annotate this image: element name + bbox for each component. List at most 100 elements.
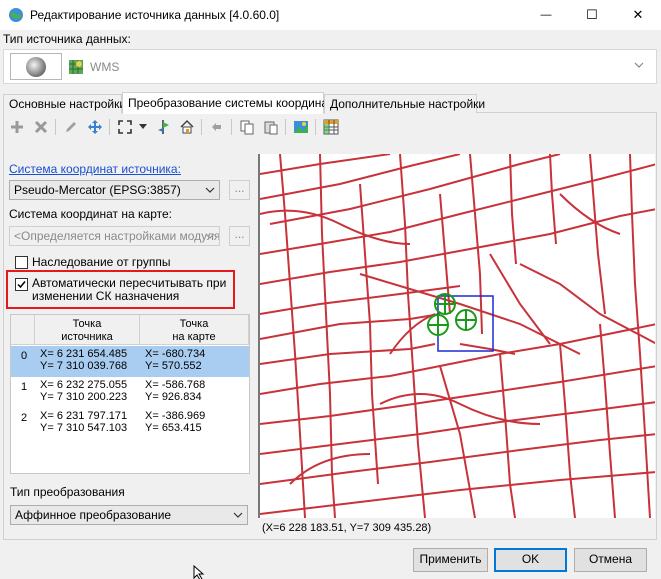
- map-y: Y= 653.415: [145, 422, 202, 434]
- map-cs-browse-button[interactable]: ...: [229, 226, 250, 246]
- source-x: X= 6 232 275.055: [40, 379, 128, 391]
- row-index: 2: [21, 412, 28, 424]
- maximize-button[interactable]: ☐: [569, 0, 615, 30]
- map-point-cell: X= -680.734 Y= 570.552: [145, 348, 205, 372]
- full-extent-icon: [118, 120, 132, 134]
- left-panel: Система координат источника: Pseudo-Merc…: [5, 152, 255, 538]
- source-cs-select[interactable]: Pseudo-Mercator (EPSG:3857): [9, 180, 220, 200]
- transform-type-label: Тип преобразования: [10, 485, 125, 499]
- source-point-cell: X= 6 231 797.171 Y= 7 310 547.103: [40, 410, 127, 434]
- chevron-down-icon: [233, 512, 243, 518]
- apply-button[interactable]: Применить: [413, 548, 488, 572]
- close-button[interactable]: ✕: [615, 0, 661, 30]
- table-icon: [323, 119, 339, 135]
- map-view[interactable]: [258, 154, 655, 518]
- paste-button[interactable]: [261, 117, 281, 137]
- globe-app-icon: [9, 8, 23, 22]
- chevron-down-icon: [205, 187, 215, 193]
- zoom-dropdown-button[interactable]: [137, 117, 149, 137]
- column-header-line: на карте: [172, 331, 216, 343]
- source-y: Y= 7 310 547.103: [40, 422, 128, 434]
- map-coordinates-readout: (X=6 228 183.51, Y=7 309 435.28): [258, 519, 655, 537]
- table-button[interactable]: [321, 117, 341, 137]
- auto-recalc-row[interactable]: Автоматически пересчитывать при изменени…: [15, 277, 226, 303]
- minimize-icon: —: [540, 9, 552, 21]
- column-header-map-point: Точка на карте: [140, 315, 249, 345]
- globe-button[interactable]: [10, 53, 62, 80]
- wms-icon: [69, 60, 83, 74]
- edit-pencil-icon: [66, 122, 76, 132]
- inherit-from-group-checkbox[interactable]: [15, 256, 28, 269]
- column-header-line: Точка: [179, 318, 209, 330]
- data-source-type-value: WMS: [90, 60, 120, 74]
- window-title: Редактирование источника данных [4.0.60.…: [30, 8, 280, 22]
- map-x: X= -386.969: [145, 410, 206, 422]
- auto-recalc-label-line2: изменении СК назначения: [32, 289, 180, 303]
- tab-coordinate-transform[interactable]: Преобразование системы координат: [122, 92, 333, 114]
- minimize-button[interactable]: —: [523, 0, 569, 30]
- map-cs-select[interactable]: <Определяется настройками модуля>: [9, 226, 220, 246]
- globe-icon: [26, 56, 46, 77]
- source-y: Y= 7 310 039.768: [40, 360, 128, 372]
- image-button[interactable]: [291, 117, 311, 137]
- inherit-from-group-row[interactable]: Наследование от группы: [15, 255, 170, 269]
- toolbar-separator: [315, 119, 316, 135]
- map-point-cell: X= -586.768 Y= 926.834: [145, 379, 205, 403]
- toolbar-separator: [109, 119, 110, 135]
- source-cs-link[interactable]: Система координат источника:: [9, 162, 181, 176]
- tab-additional-settings[interactable]: Дополнительные настройки: [324, 94, 485, 113]
- home-icon: [180, 119, 194, 134]
- add-point-button[interactable]: [7, 117, 27, 137]
- tab-label: Преобразование системы координат: [128, 96, 334, 110]
- row-index: 0: [21, 350, 28, 362]
- transform-type-value: Аффинное преобразование: [15, 508, 172, 522]
- table-row[interactable]: 1 X= 6 232 275.055 Y= 7 310 200.223 X= -5…: [11, 377, 249, 408]
- undo-icon: [212, 123, 221, 131]
- toolbar-separator: [285, 119, 286, 135]
- control-points-table[interactable]: Точка источника Точка на карте 0 X= 6 23…: [10, 314, 250, 474]
- table-row[interactable]: 2 X= 6 231 797.171 Y= 7 310 547.103 X= -3…: [11, 408, 249, 439]
- checkmark-icon: [17, 281, 26, 289]
- map-cs-label: Система координат на карте:: [9, 207, 172, 221]
- full-extent-button[interactable]: [115, 117, 135, 137]
- auto-recalc-checkbox[interactable]: [15, 278, 28, 291]
- table-row[interactable]: 0 X= 6 231 654.485 Y= 7 310 039.768 X= -6…: [11, 346, 249, 377]
- tab-basic-settings[interactable]: Основные настройки: [3, 94, 126, 113]
- toolbar-separator: [55, 119, 56, 135]
- source-cs-browse-button[interactable]: ...: [229, 180, 250, 200]
- copy-icon: [240, 120, 254, 135]
- transform-type-select[interactable]: Аффинное преобразование: [10, 505, 248, 525]
- delete-point-button[interactable]: [31, 117, 51, 137]
- move-button[interactable]: [85, 117, 105, 137]
- close-icon: ✕: [632, 7, 644, 22]
- copy-button[interactable]: [237, 117, 257, 137]
- data-source-type-combo[interactable]: WMS: [3, 49, 657, 84]
- edit-button[interactable]: [61, 117, 81, 137]
- road-network: [260, 154, 655, 518]
- map-x: X= -680.734: [145, 348, 206, 360]
- ok-button[interactable]: OK: [494, 548, 567, 572]
- cancel-button[interactable]: Отмена: [574, 548, 647, 572]
- home-button[interactable]: [177, 117, 197, 137]
- column-header-source-point: Точка источника: [35, 315, 140, 345]
- title-bar: Редактирование источника данных [4.0.60.…: [0, 0, 661, 30]
- layer-button[interactable]: [153, 117, 173, 137]
- undo-button[interactable]: [207, 117, 227, 137]
- tab-label: Дополнительные настройки: [330, 97, 486, 111]
- source-point-cell: X= 6 231 654.485 Y= 7 310 039.768: [40, 348, 127, 372]
- delete-point-icon: [34, 120, 48, 134]
- map-cs-value: <Определяется настройками модуля>: [14, 229, 220, 243]
- column-header-line: источника: [61, 331, 113, 343]
- zoom-dropdown-icon: [139, 124, 147, 129]
- chevron-down-icon: [634, 62, 644, 68]
- data-source-type-label: Тип источника данных:: [3, 32, 131, 46]
- row-index: 1: [21, 381, 28, 393]
- source-cs-value: Pseudo-Mercator (EPSG:3857): [14, 183, 181, 197]
- column-header-line: Точка: [72, 318, 102, 330]
- auto-recalc-label-line1: Автоматически пересчитывать при: [32, 276, 227, 290]
- map-point-cell: X= -386.969 Y= 653.415: [145, 410, 205, 434]
- street-map: [260, 154, 655, 518]
- chevron-down-icon: [205, 233, 215, 239]
- control-point-markers: [427, 293, 477, 336]
- source-y: Y= 7 310 200.223: [40, 391, 128, 403]
